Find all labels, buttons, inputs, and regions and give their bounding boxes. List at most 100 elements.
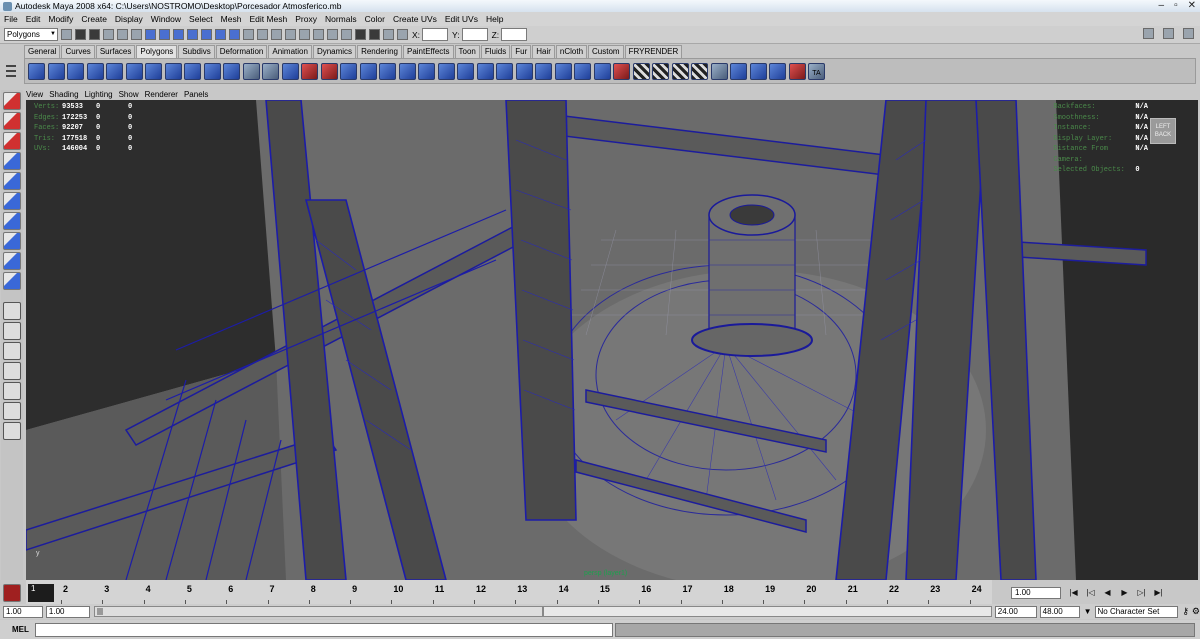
snap-view-plane-icon[interactable] xyxy=(299,29,310,40)
menu-set-dropdown[interactable]: Polygons xyxy=(4,28,58,41)
reduce-icon[interactable] xyxy=(398,62,416,80)
mask-misc-icon[interactable] xyxy=(243,29,254,40)
outliner-layout-icon[interactable] xyxy=(3,422,21,440)
persp-graph-layout-icon[interactable] xyxy=(3,342,21,360)
shelf-tab-deformation[interactable]: Deformation xyxy=(215,45,268,58)
lasso-tool-icon[interactable] xyxy=(3,112,21,130)
panel-menu-renderer[interactable]: Renderer xyxy=(145,90,178,99)
poly-torus-icon[interactable] xyxy=(125,62,143,80)
poly-cone-icon[interactable] xyxy=(86,62,104,80)
chamfer-vertex-icon[interactable] xyxy=(574,62,591,80)
select-by-hierarchy-icon[interactable] xyxy=(103,29,114,40)
paint-select-tool-icon[interactable] xyxy=(3,132,21,150)
shelf-tab-fluids[interactable]: Fluids xyxy=(480,45,511,58)
menu-edit-mesh[interactable]: Edit Mesh xyxy=(249,14,287,24)
shelf-tab-toon[interactable]: Toon xyxy=(454,45,480,58)
mel-command-input[interactable] xyxy=(34,622,613,637)
history-icon[interactable] xyxy=(327,29,338,40)
bridge-icon[interactable] xyxy=(437,62,455,80)
character-set-dropdown-icon[interactable]: ▼ xyxy=(1084,607,1092,616)
mel-label[interactable]: MEL xyxy=(12,625,29,634)
soft-modification-icon[interactable] xyxy=(3,232,21,250)
step-back-frame-icon[interactable]: ◀ xyxy=(1100,586,1115,600)
playback-end-field[interactable]: 24.00 xyxy=(994,605,1037,618)
menu-edit[interactable]: Edit xyxy=(26,14,41,24)
poly-sphere-icon[interactable] xyxy=(28,62,45,80)
animation-start-field[interactable]: 1.00 xyxy=(3,605,43,618)
close-icon[interactable]: ✕ xyxy=(1188,0,1196,11)
snap-point-icon[interactable] xyxy=(285,29,296,40)
mask-surfaces-icon[interactable] xyxy=(187,29,198,40)
current-frame-marker[interactable]: 1 xyxy=(28,584,54,602)
menu-create-uvs[interactable]: Create UVs xyxy=(393,14,437,24)
menu-mesh[interactable]: Mesh xyxy=(221,14,242,24)
tool-settings-icon[interactable] xyxy=(1163,28,1174,39)
mask-deformations-icon[interactable] xyxy=(201,29,212,40)
go-to-end-icon[interactable]: ▶| xyxy=(1151,586,1166,600)
show-manipulator-icon[interactable] xyxy=(3,252,21,270)
shelf-tab-painteffects[interactable]: PaintEffects xyxy=(402,45,454,58)
cylindrical-mapping-icon[interactable] xyxy=(652,62,669,80)
merge-vertices-icon[interactable] xyxy=(593,62,611,80)
menu-normals[interactable]: Normals xyxy=(325,14,357,24)
hypershade-layout-icon[interactable] xyxy=(3,402,21,420)
automatic-mapping-icon[interactable] xyxy=(691,62,708,80)
save-scene-icon[interactable] xyxy=(89,29,100,40)
menu-proxy[interactable]: Proxy xyxy=(295,14,317,24)
menu-modify[interactable]: Modify xyxy=(48,14,73,24)
boolean-union-icon[interactable] xyxy=(301,62,318,80)
shelf-tab-general[interactable]: General xyxy=(24,45,61,58)
persp-outliner-layout-icon[interactable] xyxy=(3,362,21,380)
rotate-tool-icon[interactable] xyxy=(3,172,21,190)
new-scene-icon[interactable] xyxy=(61,29,72,40)
menu-display[interactable]: Display xyxy=(115,14,143,24)
minimize-icon[interactable]: – xyxy=(1159,0,1165,11)
last-tool-used-icon[interactable] xyxy=(3,272,21,290)
menu-file[interactable]: File xyxy=(4,14,18,24)
auto-key-icon[interactable]: ⚷ xyxy=(1182,606,1189,617)
single-perspective-layout-icon[interactable] xyxy=(3,302,21,320)
hypershade-icon[interactable] xyxy=(749,62,767,80)
shelf-tab-fryrender[interactable]: FRYRENDER xyxy=(624,45,683,58)
poly-cylinder-icon[interactable] xyxy=(67,62,84,80)
extrude-icon[interactable] xyxy=(418,62,435,80)
uv-editor-icon[interactable] xyxy=(730,62,747,80)
z-field[interactable] xyxy=(501,28,528,41)
panel-menu-lighting[interactable]: Lighting xyxy=(85,90,113,99)
select-by-object-icon[interactable] xyxy=(117,29,128,40)
menu-help[interactable]: Help xyxy=(486,14,503,24)
snap-curve-icon[interactable] xyxy=(271,29,282,40)
mask-handles-icon[interactable] xyxy=(145,29,156,40)
merge-edge-tool-icon[interactable] xyxy=(613,62,630,80)
shelf-tab-fur[interactable]: Fur xyxy=(511,45,532,58)
poly-plane-icon[interactable] xyxy=(106,62,123,80)
poly-helix-icon[interactable] xyxy=(203,62,221,80)
step-back-key-icon[interactable]: |◁ xyxy=(1083,586,1098,600)
poly-cube-icon[interactable] xyxy=(47,62,65,80)
time-slider[interactable]: 1 2 3 4 5 6 7 8 9 10 11 12 13 14 15 16 17 18 19 20 21 22 23 24 xyxy=(26,580,992,604)
make-live-icon[interactable] xyxy=(313,29,324,40)
shelf-tab-polygons[interactable]: Polygons xyxy=(136,45,178,58)
poly-prism-icon[interactable] xyxy=(145,62,162,80)
step-forward-key-icon[interactable]: ▷| xyxy=(1134,586,1149,600)
poly-soccer-ball-icon[interactable] xyxy=(223,62,240,80)
bevel-icon[interactable] xyxy=(554,62,572,80)
shelf-tab-hair[interactable]: Hair xyxy=(532,45,555,58)
menu-color[interactable]: Color xyxy=(365,14,385,24)
persp-graph-hypergraph-layout-icon[interactable] xyxy=(3,382,21,400)
current-time-field[interactable]: 1.00 xyxy=(1011,587,1061,599)
append-polygon-icon[interactable] xyxy=(457,62,474,80)
offset-edge-loop-icon[interactable] xyxy=(515,62,533,80)
menu-edit-uvs[interactable]: Edit UVs xyxy=(445,14,478,24)
four-view-layout-icon[interactable] xyxy=(3,322,21,340)
view-cube[interactable]: LEFT BACK xyxy=(1150,118,1176,144)
y-field[interactable] xyxy=(461,28,488,41)
mirror-geometry-icon[interactable] xyxy=(359,62,377,80)
snap-grid-icon[interactable] xyxy=(257,29,268,40)
shelf-tab-dynamics[interactable]: Dynamics xyxy=(312,45,357,58)
open-scene-icon[interactable] xyxy=(75,29,86,40)
shelf-tab-subdivs[interactable]: Subdivs xyxy=(178,45,215,58)
delete-history-icon[interactable] xyxy=(788,62,806,80)
shelf-tab-rendering[interactable]: Rendering xyxy=(357,45,402,58)
smooth-icon[interactable] xyxy=(379,62,396,80)
